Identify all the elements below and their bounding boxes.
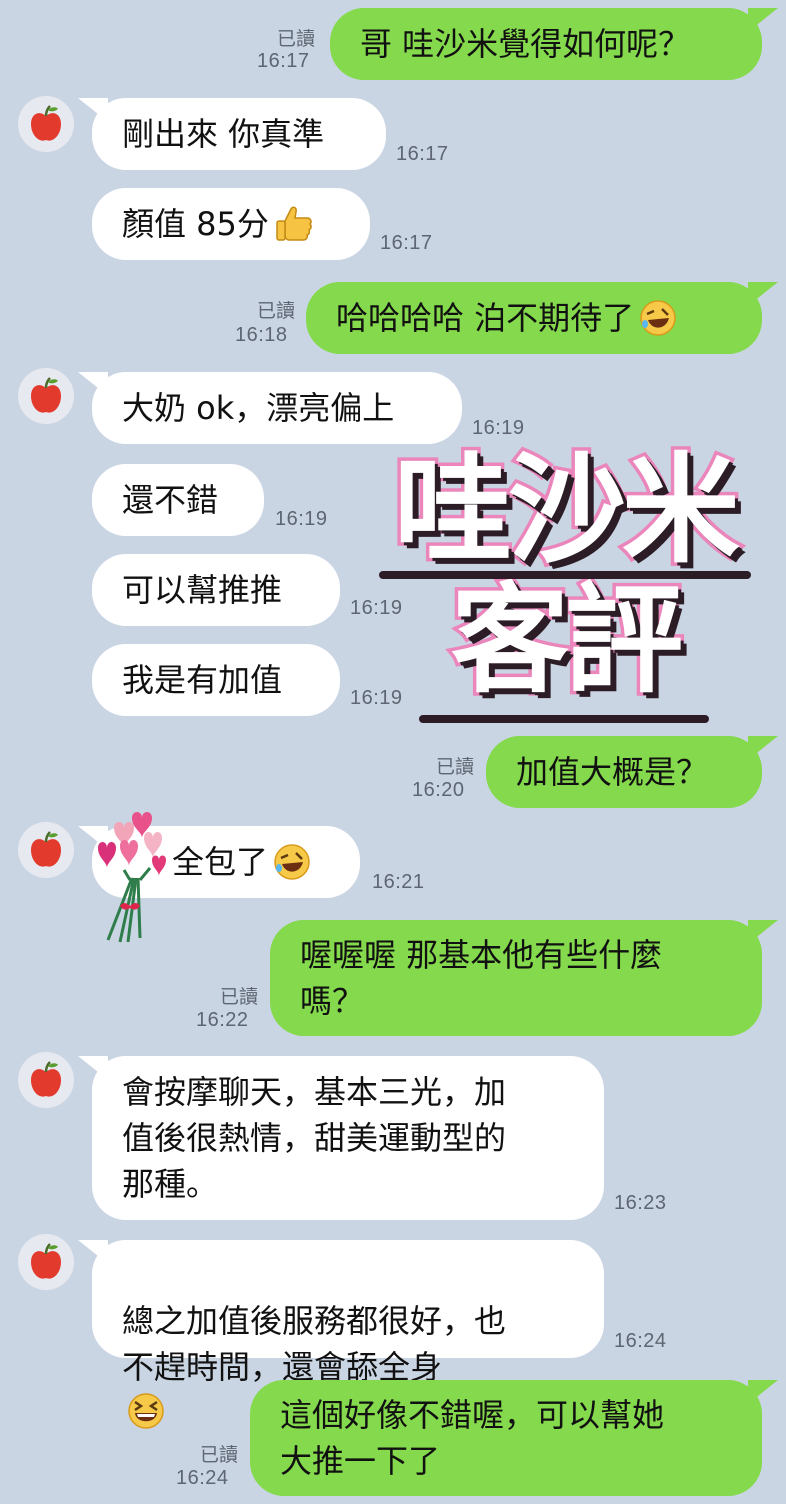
message-bubble[interactable]: 剛出來 你真準 [92,98,386,170]
message-time: 16:19 [275,508,328,530]
message-bubble[interactable]: 喔喔喔 那基本他有些什麼 嗎？ [270,920,762,1036]
grinning-squinting-emoji-icon [128,1393,164,1429]
rofl-emoji-icon [640,300,676,336]
read-receipt: 已讀 [199,1444,238,1466]
message-bubble[interactable]: 這個好像不錯喔，可以幫她 大推一下了 [250,1380,762,1496]
overlay-title-line1: 哇沙米 [390,441,743,579]
message-time: 16:24 [176,1467,229,1489]
message-bubble[interactable]: 可以幫推推 [92,554,340,626]
promo-title-overlay: 哇沙米 客評 [375,441,755,735]
avatar[interactable] [18,1234,74,1290]
overlay-underline [379,571,751,579]
message-bubble[interactable]: 我是有加值 [92,644,340,716]
message-text: 哈哈哈哈 泊不期待了 [336,299,635,337]
message-text: 顏值 85分 [122,205,269,243]
message-time: 16:18 [235,324,288,346]
message-bubble[interactable]: 哥 哇沙米覺得如何呢？ [330,8,762,80]
chat-area: 已讀 16:17 哥 哇沙米覺得如何呢？ 剛出來 你真準 16:17 顏值 85… [0,0,786,1504]
message-bubble[interactable]: 會按摩聊天，基本三光，加 值後很熱情，甜美運動型的 那種。 [92,1056,604,1220]
bubble-tail [748,282,778,306]
message-time: 16:17 [380,232,433,254]
bubble-tail [748,8,778,32]
avatar[interactable] [18,96,74,152]
message-text: 全包了 [172,843,269,881]
message-bubble[interactable]: 加值大概是？ [486,736,762,808]
avatar[interactable] [18,822,74,878]
message-bubble[interactable]: 哈哈哈哈 泊不期待了 [306,282,762,354]
apple-icon [31,831,61,867]
message-time: 16:20 [412,779,465,801]
flower-bouquet-icon [98,812,166,943]
message-text: 總之加值後服務都很好，也 不趕時間，還會舔全身 [122,1302,507,1386]
message-bubble[interactable]: 大奶 ok，漂亮偏上 [92,372,462,444]
thumbs-up-icon [276,206,312,241]
avatar[interactable] [18,1052,74,1108]
rofl-emoji-icon [274,844,310,880]
message-time: 16:24 [614,1330,667,1352]
overlay-title-line2: 客評 [447,571,686,709]
apple-icon [31,377,61,413]
read-receipt: 已讀 [276,28,315,50]
message-time: 16:21 [372,871,425,893]
read-receipt: 已讀 [219,986,258,1008]
message-bubble[interactable]: 總之加值後服務都很好，也 不趕時間，還會舔全身 [92,1240,604,1429]
apple-icon [31,105,61,141]
avatar[interactable] [18,368,74,424]
message-time: 16:22 [196,1009,249,1031]
read-receipt: 已讀 [256,300,295,322]
apple-icon [31,1243,61,1279]
read-receipt: 已讀 [435,756,474,778]
message-time: 16:17 [257,50,310,72]
message-time: 16:19 [472,417,525,439]
message-bubble[interactable]: 顏值 85分 [92,188,370,260]
overlay-underline [419,715,709,723]
message-time: 16:23 [614,1192,667,1214]
message-bubble[interactable]: 還不錯 [92,464,264,536]
message-time: 16:17 [396,143,449,165]
apple-icon [31,1061,61,1097]
